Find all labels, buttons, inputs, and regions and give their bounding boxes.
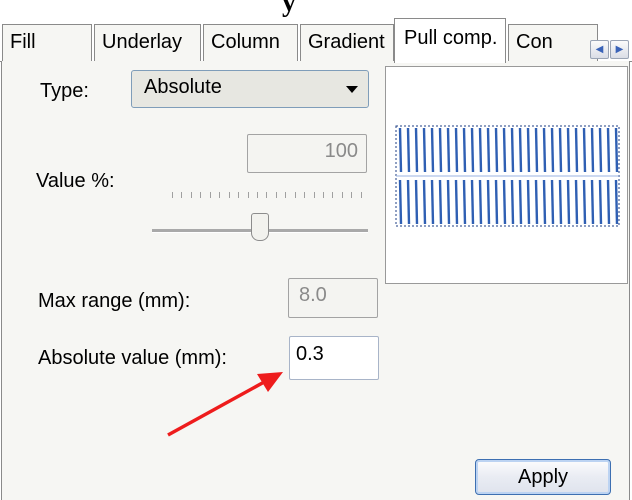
scroll-left-icon[interactable]: ◀ bbox=[590, 40, 609, 59]
max-range-field[interactable]: 8.0 bbox=[288, 278, 378, 318]
slider-thumb[interactable] bbox=[251, 213, 269, 241]
type-label: Type: bbox=[40, 80, 89, 102]
tab-con[interactable]: Con bbox=[508, 24, 598, 61]
value-slider[interactable] bbox=[152, 192, 368, 242]
tab-fill-label: Fill bbox=[10, 31, 36, 53]
stitch-preview-graphic bbox=[395, 125, 620, 227]
scroll-right-icon[interactable]: ▶ bbox=[610, 40, 629, 59]
tab-scroll-buttons: ◀ ▶ bbox=[590, 40, 632, 59]
tab-pull-comp[interactable]: Pull comp. bbox=[394, 18, 506, 63]
page-title-fragment: y bbox=[0, 0, 632, 20]
tab-bar: Fill Underlay Column Gradient Pull comp.… bbox=[0, 18, 632, 63]
stitch-preview bbox=[385, 66, 628, 284]
absolute-value-text: 0.3 bbox=[296, 343, 324, 365]
tab-gradient-label: Gradient bbox=[308, 31, 385, 53]
absolute-value-field[interactable]: 0.3 bbox=[289, 336, 379, 380]
apply-button-label: Apply bbox=[517, 466, 569, 488]
tab-underlay-label: Underlay bbox=[102, 31, 183, 53]
tab-underlay[interactable]: Underlay bbox=[94, 24, 201, 61]
tab-gradient[interactable]: Gradient bbox=[300, 24, 394, 61]
tab-pull-comp-label: Pull comp. bbox=[404, 27, 498, 49]
type-select-value: Absolute bbox=[144, 76, 222, 98]
apply-button[interactable]: Apply bbox=[475, 459, 611, 495]
max-range-label: Max range (mm): bbox=[38, 290, 191, 312]
value-percent-label: Value %: bbox=[36, 170, 115, 192]
max-range-text: 8.0 bbox=[299, 284, 327, 306]
value-percent-field[interactable]: 100 bbox=[247, 134, 367, 173]
tab-column[interactable]: Column bbox=[203, 24, 298, 61]
tab-con-label: Con bbox=[516, 31, 553, 53]
tab-fill[interactable]: Fill bbox=[2, 24, 92, 61]
tab-column-label: Column bbox=[211, 31, 280, 53]
value-percent-text: 100 bbox=[324, 140, 358, 162]
absolute-value-label: Absolute value (mm): bbox=[38, 347, 227, 369]
slider-ticks bbox=[172, 192, 362, 200]
chevron-down-icon bbox=[346, 86, 358, 93]
title-text: y bbox=[282, 0, 296, 18]
type-select[interactable]: Absolute bbox=[131, 70, 369, 108]
